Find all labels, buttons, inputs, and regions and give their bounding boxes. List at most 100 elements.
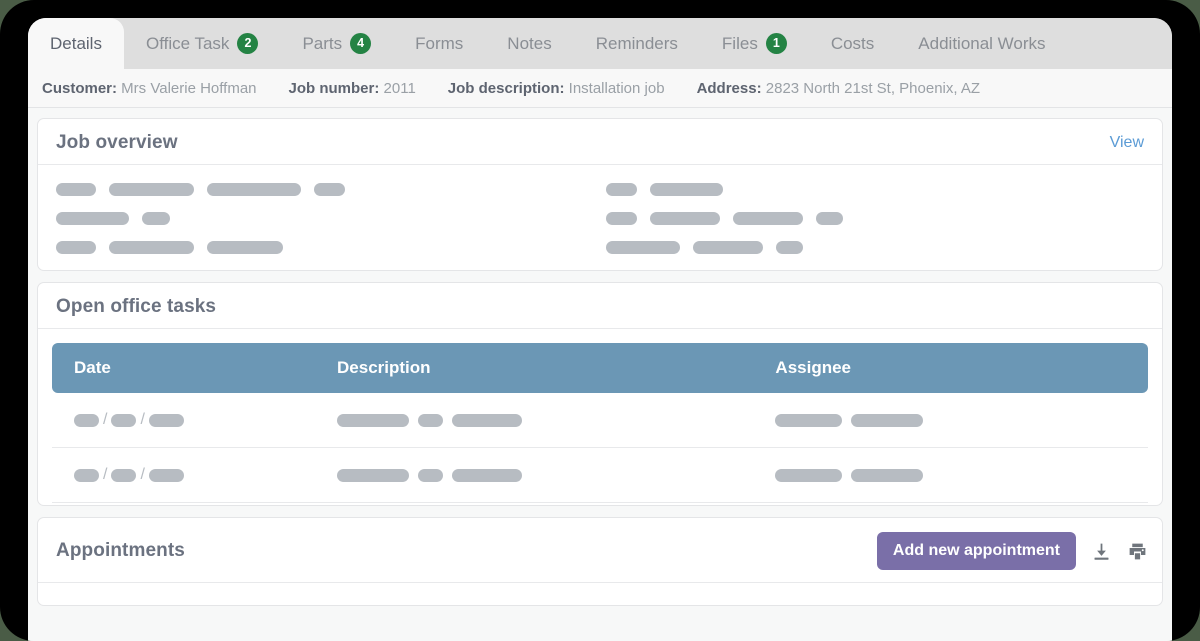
tab-files[interactable]: Files 1 [700,18,809,69]
skeleton-bar [775,414,842,427]
cell-assignee [753,448,1148,503]
skeleton-bar [452,469,522,482]
skeleton-bar [776,241,803,254]
tab-label: Office Task [146,34,229,54]
info-label: Job description: [448,80,565,97]
job-overview-right-column [594,183,1144,254]
skeleton-row [606,212,1144,225]
skeleton-bar [109,241,194,254]
appointments-title: Appointments [56,540,185,562]
tab-label: Costs [831,34,874,54]
job-overview-left-column [56,183,594,254]
cell-description [315,448,753,503]
tab-badge: 1 [766,33,787,54]
column-header-description[interactable]: Description [315,343,753,393]
job-info-bar: Customer: Mrs Valerie Hoffman Job number:… [28,69,1172,108]
tab-forms[interactable]: Forms [393,18,485,69]
tab-details[interactable]: Details [28,18,124,69]
skeleton-bar [606,241,680,254]
tab-label: Parts [302,34,342,54]
skeleton-row [56,183,594,196]
tab-badge: 4 [350,33,371,54]
info-label: Job number: [289,80,380,97]
skeleton-bar [650,183,723,196]
skeleton-bar [606,212,637,225]
download-icon[interactable] [1090,540,1112,562]
skeleton-bar [149,414,184,427]
add-new-appointment-button[interactable]: Add new appointment [877,532,1076,570]
skeleton-bar [851,469,923,482]
tab-label: Additional Works [918,34,1045,54]
tab-parts[interactable]: Parts 4 [280,18,393,69]
tab-badge: 2 [237,33,258,54]
open-office-tasks-header: Open office tasks [38,283,1162,329]
info-item: Job description: Installation job [448,80,665,97]
skeleton-bar [452,414,522,427]
appointments-card: Appointments Add new appointment [37,517,1163,606]
tab-reminders[interactable]: Reminders [574,18,700,69]
app-screen: Details Office Task 2 Parts 4 Forms Notes Remin… [28,18,1172,641]
skeleton-bar [650,212,720,225]
skeleton-bar [314,183,345,196]
skeleton-row [56,212,594,225]
info-item: Address: 2823 North 21st St, Phoenix, AZ [697,80,981,97]
print-icon[interactable] [1126,540,1148,562]
column-header-date[interactable]: Date [52,343,315,393]
tab-label: Forms [415,34,463,54]
info-label: Customer: [42,80,117,97]
skeleton-bar [851,414,923,427]
tab-additional-works[interactable]: Additional Works [896,18,1067,69]
tab-label: Details [50,34,102,54]
device-frame: Details Office Task 2 Parts 4 Forms Notes Remin… [0,0,1200,641]
tab-label: Reminders [596,34,678,54]
appointments-body [38,583,1162,605]
skeleton-bar [56,183,96,196]
skeleton-bar [142,212,170,225]
cell-date: // [52,393,315,448]
tab-label: Notes [507,34,551,54]
tab-notes[interactable]: Notes [485,18,573,69]
skeleton-bar [56,212,129,225]
info-item: Customer: Mrs Valerie Hoffman [42,80,257,97]
tab-bar: Details Office Task 2 Parts 4 Forms Notes Remin… [28,18,1172,69]
skeleton-row [56,241,594,254]
tab-label: Files [722,34,758,54]
table-row[interactable]: // [52,393,1148,448]
column-header-assignee[interactable]: Assignee [753,343,1148,393]
skeleton-bar [74,414,99,427]
cell-assignee [753,393,1148,448]
skeleton-bar [606,183,637,196]
skeleton-bar [337,469,409,482]
skeleton-bar [337,414,409,427]
info-label: Address: [697,80,762,97]
date-separator: / [140,466,144,484]
table-header: DateDescriptionAssignee [52,343,1148,393]
tab-costs[interactable]: Costs [809,18,896,69]
skeleton-row [606,183,1144,196]
appointments-header: Appointments Add new appointment [38,518,1162,583]
skeleton-bar [111,414,136,427]
date-separator: / [140,411,144,429]
cell-date: // [52,448,315,503]
skeleton-bar [74,469,99,482]
cell-description [315,393,753,448]
open-office-tasks-table: DateDescriptionAssignee //// [52,343,1148,503]
open-office-tasks-card: Open office tasks DateDescriptionAssigne… [37,282,1163,506]
skeleton-bar [109,183,194,196]
job-overview-header: Job overview View [38,119,1162,165]
tab-office-task[interactable]: Office Task 2 [124,18,280,69]
skeleton-bar [418,414,443,427]
job-overview-body [38,165,1162,270]
skeleton-bar [56,241,96,254]
skeleton-bar [693,241,763,254]
job-overview-card: Job overview View [37,118,1163,271]
skeleton-row [606,241,1144,254]
info-value: Mrs Valerie Hoffman [117,80,257,97]
table-row[interactable]: // [52,448,1148,503]
job-overview-view-link[interactable]: View [1110,134,1144,152]
appointments-actions: Add new appointment [877,532,1148,570]
date-separator: / [103,466,107,484]
content-area: Job overview View Open office tasks [28,108,1172,641]
date-separator: / [103,411,107,429]
info-value: 2011 [379,80,415,97]
